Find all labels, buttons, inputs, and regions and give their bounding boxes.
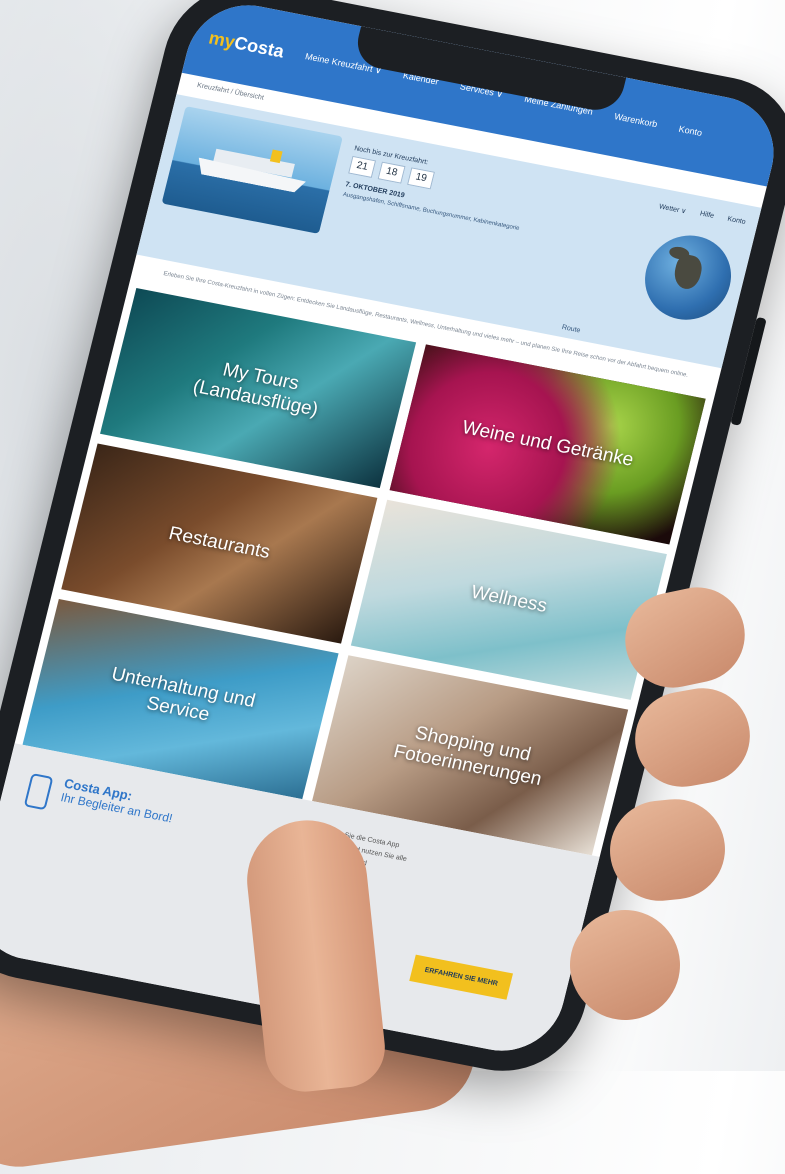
countdown-days: 21 <box>348 155 377 178</box>
tile-label: Unterhaltung und Service <box>109 663 258 726</box>
mycosta-logo[interactable]: myCosta <box>207 27 287 62</box>
phone-side-button <box>730 317 767 426</box>
countdown-hours: 18 <box>377 161 406 184</box>
learn-more-button[interactable]: ERFAHREN SIE MEHR <box>409 954 513 1000</box>
nav-item-account[interactable]: Konto <box>678 124 704 138</box>
nav-item-cart[interactable]: Warenkorb <box>613 111 658 129</box>
tile-label: Restaurants <box>166 523 273 564</box>
account-link[interactable]: Konto <box>726 216 747 227</box>
mobile-phone-icon <box>23 773 54 811</box>
help-link[interactable]: Hilfe <box>699 210 714 220</box>
banner-menu: Wetter ∨ Hilfe Konto <box>658 202 746 227</box>
tile-label: My Tours (Landausflüge) <box>190 359 321 421</box>
tile-label: Weine und Getränke <box>459 417 636 471</box>
tile-label: Shopping und Fotoerinnerungen <box>391 722 544 791</box>
logo-brand: Costa <box>232 32 287 62</box>
countdown-minutes: 19 <box>407 167 435 190</box>
tile-label: Wellness <box>468 581 550 617</box>
globe-icon[interactable] <box>636 228 741 328</box>
weather-link[interactable]: Wetter ∨ <box>658 202 687 215</box>
cruise-ship-image <box>161 106 343 234</box>
costa-app-promo: Costa App: Ihr Begleiter an Bord! <box>0 769 178 958</box>
